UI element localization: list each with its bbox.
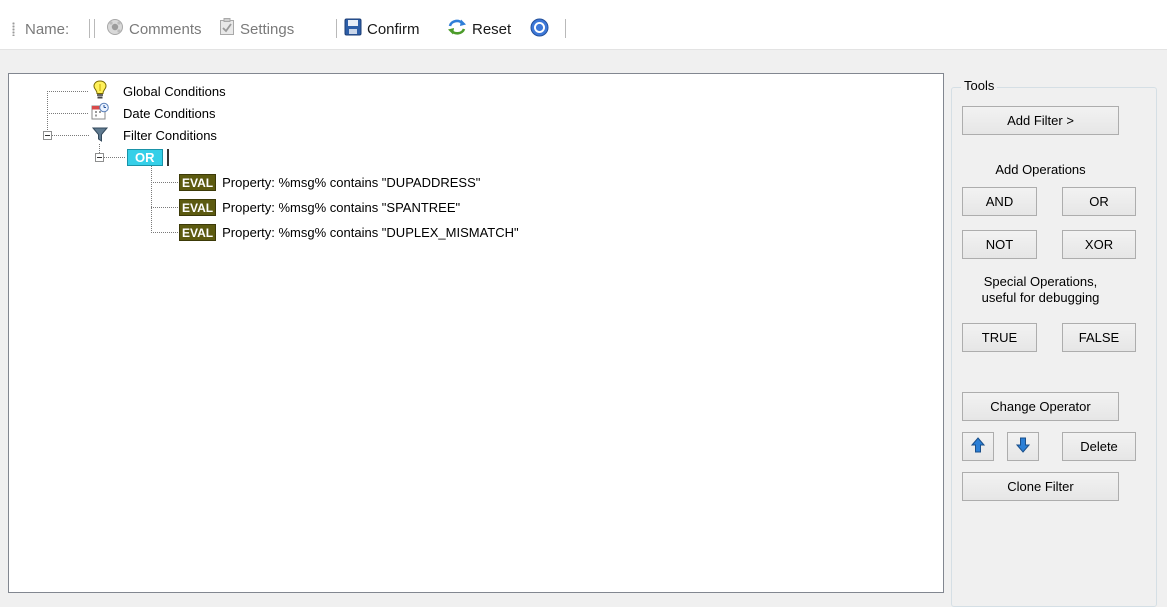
reset-label: Reset: [472, 20, 512, 38]
special-operations-line2: useful for debugging: [981, 290, 1100, 305]
rule-text: Property: %msg% contains "DUPADDRESS": [222, 174, 481, 190]
comments-button[interactable]: Comments: [106, 18, 202, 40]
toolbar-separator: [89, 19, 90, 38]
tree-node-date-conditions[interactable]: Date Conditions: [91, 102, 216, 124]
toolbar-separator: [336, 19, 337, 38]
move-down-button[interactable]: [1007, 432, 1039, 461]
add-operations-label: Add Operations: [995, 162, 1086, 177]
change-operator-button[interactable]: Change Operator: [962, 392, 1119, 421]
tree-node-or-operator[interactable]: OR: [127, 147, 169, 167]
tree-line: [151, 166, 152, 233]
tools-title: Tools: [961, 78, 998, 93]
true-button[interactable]: TRUE: [962, 323, 1037, 352]
confirm-label: Confirm: [367, 20, 420, 38]
rule-text: Property: %msg% contains "DUPLEX_MISMATC…: [222, 224, 519, 240]
tree-node-global-conditions[interactable]: Global Conditions: [91, 79, 226, 103]
arrow-down-icon: [1015, 437, 1031, 456]
tree-node-label: Date Conditions: [123, 105, 216, 121]
collapse-toggle[interactable]: [43, 131, 52, 140]
collapse-toggle[interactable]: [95, 153, 104, 162]
confirm-button[interactable]: Confirm: [344, 18, 420, 40]
special-operations-line1: Special Operations,: [983, 274, 1098, 289]
arrow-up-icon: [970, 437, 986, 456]
reset-icon: [447, 18, 467, 40]
tree-node-filter-conditions[interactable]: Filter Conditions: [91, 125, 217, 145]
reset-button[interactable]: Reset: [447, 18, 511, 40]
funnel-icon: [91, 125, 109, 146]
tree-line: [47, 91, 89, 92]
toolbar-separator: [94, 19, 95, 38]
tree-node-eval-rule[interactable]: EVAL Property: %msg% contains "DUPADDRES…: [179, 172, 480, 192]
tree-line: [47, 113, 89, 114]
comments-icon: [106, 18, 124, 40]
drop-marker: [166, 148, 169, 166]
tree-line: [104, 157, 126, 158]
tree-node-eval-rule[interactable]: EVAL Property: %msg% contains "SPANTREE": [179, 197, 460, 217]
tree-line: [52, 135, 89, 136]
filter-tree[interactable]: Global Conditions Date Conditions Filter…: [8, 73, 944, 593]
calendar-icon: [91, 102, 109, 124]
comments-label: Comments: [129, 20, 202, 38]
settings-label: Settings: [240, 20, 295, 38]
special-operations-label: Special Operations, useful for debugging: [951, 274, 1130, 306]
not-button[interactable]: NOT: [962, 230, 1037, 259]
move-up-button[interactable]: [962, 432, 994, 461]
eval-tag: EVAL: [179, 198, 217, 216]
eval-tag: EVAL: [179, 223, 217, 241]
save-icon: [344, 18, 362, 40]
tree-line: [151, 182, 179, 183]
xor-button[interactable]: XOR: [1062, 230, 1136, 259]
name-label: Name:: [25, 20, 70, 38]
and-button[interactable]: AND: [962, 187, 1037, 216]
settings-icon: [219, 18, 235, 40]
tree-node-label: Global Conditions: [123, 83, 226, 99]
tree-line: [151, 232, 179, 233]
lightbulb-icon: [91, 79, 109, 103]
toolbar: Name: Comments Settings Confirm Reset: [0, 0, 1167, 50]
tree-node-label: Filter Conditions: [123, 127, 217, 143]
help-button[interactable]: [530, 18, 549, 40]
toolbar-separator: [565, 19, 566, 38]
or-tag: OR: [127, 148, 163, 166]
eval-tag: EVAL: [179, 173, 217, 191]
help-icon: [530, 18, 549, 41]
or-button[interactable]: OR: [1062, 187, 1136, 216]
tools-panel: Tools Add Filter > Add Operations AND OR…: [951, 78, 1157, 607]
delete-button[interactable]: Delete: [1062, 432, 1136, 461]
tree-node-eval-rule[interactable]: EVAL Property: %msg% contains "DUPLEX_MI…: [179, 222, 519, 242]
false-button[interactable]: FALSE: [1062, 323, 1136, 352]
settings-button[interactable]: Settings: [219, 18, 294, 40]
clone-filter-button[interactable]: Clone Filter: [962, 472, 1119, 501]
toolbar-grip[interactable]: [12, 22, 15, 36]
tree-line: [151, 207, 179, 208]
rule-text: Property: %msg% contains "SPANTREE": [222, 199, 461, 215]
add-filter-button[interactable]: Add Filter >: [962, 106, 1119, 135]
